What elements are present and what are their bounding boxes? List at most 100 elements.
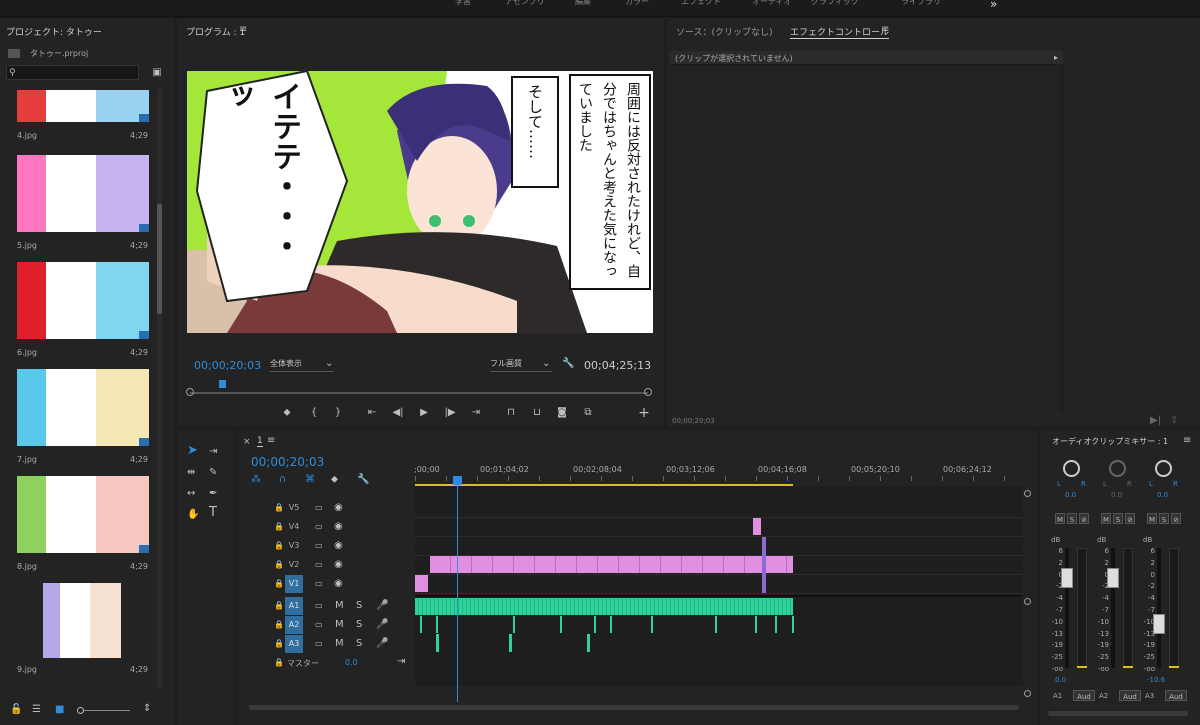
track-label[interactable]: V1 xyxy=(285,575,303,593)
audio-clip-a3[interactable] xyxy=(436,634,439,652)
audio-clip-a2[interactable] xyxy=(755,616,757,633)
workspace-tab[interactable]: グラフィック xyxy=(811,0,859,8)
audio-clip-a3[interactable] xyxy=(509,634,512,652)
solo-button[interactable]: S xyxy=(356,600,362,612)
thumbnail-6-jpg[interactable] xyxy=(17,262,149,339)
video-clip-v4[interactable] xyxy=(753,518,761,535)
sync-lock-icon[interactable]: ▭ xyxy=(315,638,323,650)
out-point-icon[interactable]: } xyxy=(332,407,344,419)
thumbnail-4-jpg[interactable] xyxy=(17,90,149,122)
workspace-tab[interactable]: カラー xyxy=(625,0,649,8)
eye-icon[interactable]: ◉ xyxy=(334,540,343,552)
go-to-end-icon[interactable]: ⇥ xyxy=(397,656,405,668)
msr-button[interactable]: S xyxy=(1159,513,1169,524)
lock-track-icon[interactable]: 🔒 xyxy=(274,600,284,612)
pan-knob[interactable] xyxy=(1109,460,1126,477)
workspace-tab[interactable]: エフェクト xyxy=(681,0,721,8)
sync-lock-icon[interactable]: ▭ xyxy=(315,540,323,552)
audio-clip-a2[interactable] xyxy=(436,616,438,633)
msr-button[interactable]: S xyxy=(1113,513,1123,524)
export-icon[interactable]: ⇪ xyxy=(1170,415,1178,427)
settings-wrench-icon[interactable]: 🔧 xyxy=(357,474,369,486)
mixer-scrollbar[interactable] xyxy=(1048,711,1188,716)
workspace-tab[interactable]: アセンブリ xyxy=(505,0,545,8)
track-label[interactable]: A2 xyxy=(285,616,303,634)
fader-handle[interactable] xyxy=(1107,568,1119,588)
scrollbar[interactable] xyxy=(157,89,162,689)
step-back-icon[interactable]: ◀| xyxy=(392,407,404,419)
selection-tool-icon[interactable]: ➤ xyxy=(187,444,198,457)
sync-lock-icon[interactable]: ▭ xyxy=(315,600,323,612)
audio-clip-a2[interactable] xyxy=(715,616,717,633)
close-icon[interactable]: × xyxy=(243,436,251,448)
slip-tool-icon[interactable]: ↔ xyxy=(187,488,195,500)
aud-button[interactable]: Aud xyxy=(1119,690,1141,701)
new-bin-icon[interactable]: ▣ xyxy=(151,67,163,79)
timeline-hscroll[interactable] xyxy=(249,705,1019,710)
lock-track-icon[interactable]: 🔒 xyxy=(274,521,284,533)
program-playhead[interactable] xyxy=(219,380,226,388)
mic-icon[interactable]: 🎤 xyxy=(376,600,388,612)
audio-clip-a2[interactable] xyxy=(792,616,794,633)
audio-clip-a2[interactable] xyxy=(775,616,777,633)
eye-icon[interactable]: ◉ xyxy=(334,521,343,533)
msr-button[interactable]: M xyxy=(1147,513,1157,524)
search-input[interactable]: ⚲ xyxy=(6,65,139,80)
pen-tool-icon[interactable]: ✒ xyxy=(209,488,217,500)
go-to-in-icon[interactable]: ⇤ xyxy=(366,407,378,419)
panel-menu-icon[interactable]: ≡ xyxy=(1183,435,1191,447)
solo-button[interactable]: S xyxy=(356,638,362,650)
sync-lock-icon[interactable]: ▭ xyxy=(315,578,323,590)
pan-knob[interactable] xyxy=(1063,460,1080,477)
pan-value[interactable]: 0.0 xyxy=(1111,491,1122,499)
workspace-tab[interactable]: 編集 xyxy=(575,0,591,8)
video-clip-v3[interactable] xyxy=(762,537,766,593)
mic-icon[interactable]: 🎤 xyxy=(376,638,388,650)
ripple-edit-tool-icon[interactable]: ⇹ xyxy=(187,467,195,479)
wrench-icon[interactable]: 🔧 xyxy=(562,358,574,370)
scrubber-right-handle[interactable] xyxy=(644,388,652,396)
video-clip-v1[interactable] xyxy=(415,575,428,592)
aud-button[interactable]: Aud xyxy=(1165,690,1187,701)
go-to-out-icon[interactable]: ⇥ xyxy=(470,407,482,419)
lift-icon[interactable]: ⊓ xyxy=(505,407,517,419)
timeline-vscroll[interactable] xyxy=(1024,490,1031,697)
track-label[interactable]: A1 xyxy=(285,597,303,615)
track-label[interactable]: V3 xyxy=(285,537,303,555)
video-clip-v2[interactable] xyxy=(430,556,793,573)
extract-icon[interactable]: ⊔ xyxy=(531,407,543,419)
pan-knob[interactable] xyxy=(1155,460,1172,477)
audio-clip-a2[interactable] xyxy=(513,616,515,633)
lock-icon[interactable]: 🔓 xyxy=(10,704,22,716)
camera-icon[interactable]: ◙ xyxy=(556,407,568,419)
zoom-slider[interactable] xyxy=(77,707,130,714)
eye-icon[interactable]: ◉ xyxy=(334,502,343,514)
tab-effect-controls[interactable]: エフェクトコントロール xyxy=(790,25,890,39)
workspace-tab[interactable]: 学習 xyxy=(455,0,471,8)
audio-clip-a2[interactable] xyxy=(560,616,562,633)
panel-menu-icon[interactable]: ≡ xyxy=(881,24,889,36)
panel-menu-icon[interactable]: ≡ xyxy=(267,435,275,447)
msr-button[interactable]: ⊘ xyxy=(1079,513,1089,524)
sync-lock-icon[interactable]: ▭ xyxy=(315,502,323,514)
play-icon[interactable]: ▶ xyxy=(418,407,430,419)
pan-value[interactable]: 0.0 xyxy=(1065,491,1076,499)
eye-icon[interactable]: ◉ xyxy=(334,559,343,571)
thumbnail-7-jpg[interactable] xyxy=(17,369,149,446)
marker-icon[interactable]: ⬥ xyxy=(331,474,338,486)
fader-handle[interactable] xyxy=(1061,568,1073,588)
master-value[interactable]: 0.0 xyxy=(345,658,358,667)
compare-icon[interactable]: ⧉ xyxy=(582,407,594,419)
lock-track-icon[interactable]: 🔒 xyxy=(274,657,284,669)
lock-track-icon[interactable]: 🔒 xyxy=(274,619,284,631)
collapse-arrow-icon[interactable]: ▸ xyxy=(1054,52,1058,64)
msr-button[interactable]: ⊘ xyxy=(1125,513,1135,524)
track-label[interactable]: V4 xyxy=(285,518,303,536)
audio-clip-a2[interactable] xyxy=(594,616,596,633)
sync-lock-icon[interactable]: ▭ xyxy=(315,521,323,533)
nest-icon[interactable]: ⁂ xyxy=(251,474,261,486)
track-select-tool-icon[interactable]: ⇥ xyxy=(209,446,217,458)
track-label[interactable]: V2 xyxy=(285,556,303,574)
icon-view-icon[interactable]: ■ xyxy=(55,704,64,716)
panel-menu-icon[interactable]: ≡ xyxy=(239,24,247,36)
